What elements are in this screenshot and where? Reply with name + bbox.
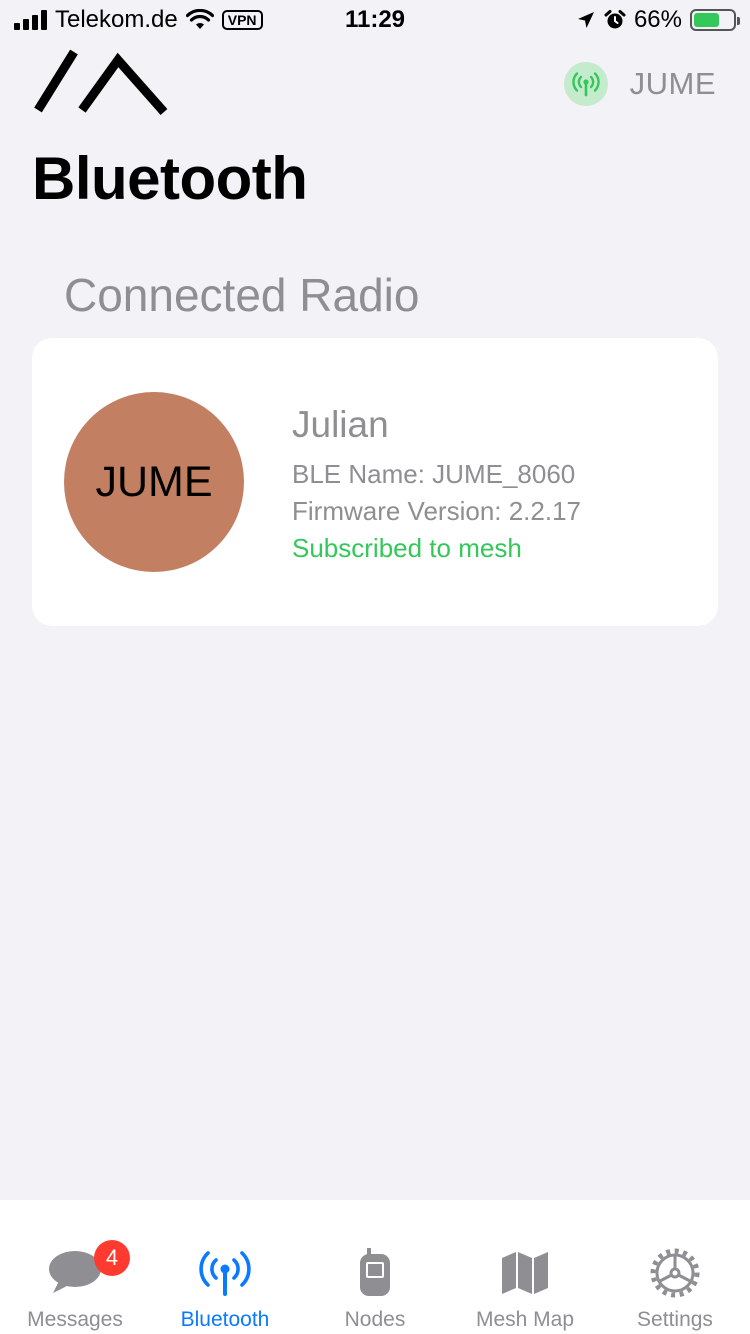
tab-mesh-map[interactable]: Mesh Map: [450, 1200, 600, 1334]
battery-icon: [690, 9, 740, 31]
status-bar: Telekom.de VPN 11:29 66%: [0, 0, 750, 40]
tab-label: Settings: [637, 1308, 713, 1331]
tab-label: Messages: [27, 1308, 123, 1331]
tab-settings[interactable]: Settings: [600, 1200, 750, 1334]
radio-info: Julian BLE Name: JUME_8060 Firmware Vers…: [292, 404, 581, 567]
radio-long-name: Julian: [292, 404, 389, 445]
antenna-icon: [199, 1246, 251, 1300]
status-right: 66%: [576, 6, 740, 34]
tab-nodes[interactable]: Nodes: [300, 1200, 450, 1334]
tab-label: Bluetooth: [180, 1308, 270, 1331]
map-icon: [500, 1246, 550, 1300]
alarm-icon: [604, 10, 626, 29]
tab-bar: Messages 4 Bluetooth Nodes Mesh Map Sett…: [0, 1200, 750, 1334]
location-arrow-icon: [577, 12, 594, 28]
tab-bluetooth[interactable]: Bluetooth: [150, 1200, 300, 1334]
connected-radio-card[interactable]: JUME Julian BLE Name: JUME_8060 Firmware…: [32, 338, 718, 626]
tab-label: Nodes: [344, 1308, 406, 1331]
battery-percent: 66%: [633, 6, 682, 33]
mesh-subscription-status: Subscribed to mesh: [292, 533, 522, 563]
connected-antenna-badge: [563, 62, 608, 106]
section-title: Connected Radio: [64, 269, 420, 321]
firmware-version: Firmware Version: 2.2.17: [292, 496, 582, 526]
page-title: Bluetooth: [32, 145, 308, 212]
tab-messages[interactable]: Messages 4: [0, 1200, 150, 1334]
connected-short-name: JUME: [629, 66, 716, 101]
tab-label: Mesh Map: [475, 1308, 575, 1331]
radio-device-icon: [358, 1246, 392, 1300]
meshtastic-logo: [34, 49, 168, 115]
unread-badge: 4: [94, 1240, 130, 1276]
node-avatar: JUME: [64, 392, 244, 572]
battery-level: [694, 13, 720, 27]
gear-icon: [649, 1246, 701, 1300]
connected-device-indicator[interactable]: JUME: [563, 62, 716, 106]
ble-name: BLE Name: JUME_8060: [292, 459, 576, 489]
antenna-icon: [571, 72, 600, 97]
